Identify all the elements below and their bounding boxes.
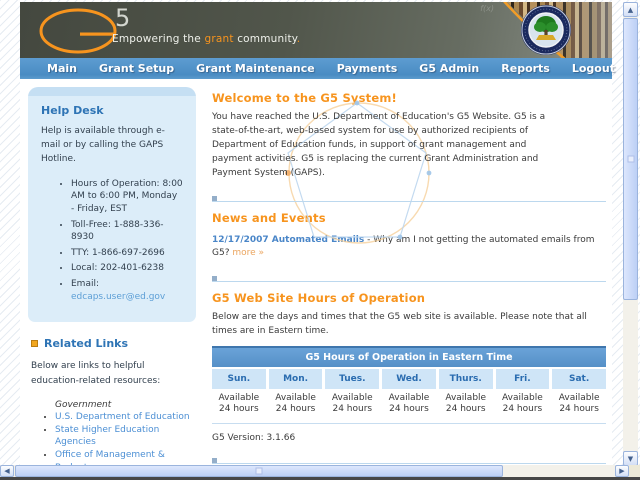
list-item: U.S. Department of Education: [55, 411, 194, 423]
scroll-down-button[interactable]: ▼: [623, 451, 638, 466]
tagline: Empowering the grant community.: [112, 33, 300, 45]
scroll-right-icon: ▶: [619, 467, 625, 475]
scrollbar-corner: [629, 465, 640, 477]
help-desk-tty: TTY: 1-866-697-2696: [71, 247, 183, 260]
section-divider: [212, 457, 606, 464]
scroll-left-button[interactable]: ◀: [0, 465, 14, 477]
hours-intro: Below are the days and times that the G5…: [212, 311, 587, 336]
day-header: Tues.: [325, 368, 380, 389]
nav-item-g5-admin[interactable]: G5 Admin: [408, 62, 490, 75]
email-label: Email:: [71, 278, 100, 289]
help-desk-panel: Help Desk Help is available through e-ma…: [28, 87, 196, 323]
hours-table-data-row: Available 24 hours Available 24 hours Av…: [212, 388, 606, 422]
help-desk-hours: Hours of Operation: 8:00 AM to 6:00 PM, …: [71, 178, 183, 216]
link-group-government: Government U.S. Department of Education …: [31, 400, 194, 474]
g5-logo-five: 5: [115, 4, 131, 32]
nav-item-payments[interactable]: Payments: [326, 62, 409, 75]
related-links-title: Related Links: [44, 337, 129, 351]
group-heading: Government: [55, 399, 112, 410]
day-header: Mon.: [268, 368, 323, 389]
help-desk-local: Local: 202-401-6238: [71, 262, 183, 275]
tagline-suffix: community: [233, 33, 297, 45]
g5-webpage: 5 Empowering the grant community. f(x) M…: [20, 2, 615, 480]
vertical-scrollbar[interactable]: ▲ ▼: [623, 2, 638, 466]
email-link[interactable]: edcaps.user@ed.gov: [71, 292, 165, 302]
day-header: Sat.: [552, 368, 606, 389]
availability-cell: Available 24 hours: [212, 388, 266, 422]
link-us-dept-education[interactable]: U.S. Department of Education: [55, 412, 190, 422]
site-header: 5 Empowering the grant community. f(x): [20, 2, 612, 58]
main-nav: Main Grant Setup Grant Maintenance Payme…: [20, 58, 615, 79]
nav-item-grant-setup[interactable]: Grant Setup: [88, 62, 185, 75]
sidebar: Help Desk Help is available through e-ma…: [28, 87, 196, 480]
availability-cell: Available 24 hours: [495, 388, 550, 422]
related-links-header: Related Links: [31, 337, 194, 350]
availability-cell: Available 24 hours: [382, 388, 436, 422]
help-desk-title: Help Desk: [41, 104, 104, 117]
main-column: Welcome to the G5 System! You have reach…: [196, 87, 612, 480]
section-divider: [212, 195, 606, 202]
scroll-up-icon: ▲: [627, 5, 634, 14]
help-desk-tollfree: Toll-Free: 1-888-336-8930: [71, 219, 183, 244]
help-desk-list: Hours of Operation: 8:00 AM to 6:00 PM, …: [41, 178, 183, 303]
scroll-up-button[interactable]: ▲: [623, 2, 638, 17]
related-links-section: Related Links Below are links to helpful…: [28, 322, 196, 480]
hours-table: G5 Hours of Operation in Eastern Time Su…: [212, 345, 606, 424]
nav-item-grant-maintenance[interactable]: Grant Maintenance: [185, 62, 326, 75]
orange-square-bullet-icon: [31, 340, 38, 348]
scroll-right-button[interactable]: ▶: [615, 465, 629, 477]
availability-cell: Available 24 hours: [268, 388, 323, 422]
tagline-highlight: grant: [204, 33, 234, 45]
tagline-period: .: [296, 33, 301, 45]
day-header: Wed.: [382, 368, 436, 389]
hours-table-day-row: Sun. Mon. Tues. Wed. Thurs. Fri. Sat.: [212, 368, 606, 389]
tagline-prefix: Empowering the: [112, 33, 205, 45]
day-header: Fri.: [495, 368, 550, 389]
nav-item-reports[interactable]: Reports: [490, 62, 561, 75]
scroll-down-icon: ▼: [627, 454, 634, 463]
availability-cell: Available 24 hours: [552, 388, 606, 422]
availability-cell: Available 24 hours: [438, 388, 493, 422]
hours-title: G5 Web Site Hours of Operation: [212, 290, 426, 305]
day-header: Thurs.: [438, 368, 493, 389]
horizontal-scrollbar-thumb[interactable]: [15, 465, 503, 477]
scrollbar-grip: [627, 155, 634, 163]
link-state-higher-ed[interactable]: State Higher Education Agencies: [55, 425, 159, 447]
horizontal-scrollbar[interactable]: ◀ ▶: [0, 465, 629, 477]
availability-cell: Available 24 hours: [325, 388, 380, 422]
day-header: Sun.: [212, 368, 266, 389]
scrollbar-grip: [255, 467, 263, 475]
help-desk-intro: Help is available through e-mail or by c…: [41, 126, 165, 164]
list-item: State Higher Education Agencies: [55, 424, 194, 448]
g5-logo-icon: [39, 8, 117, 54]
vertical-scrollbar-thumb[interactable]: [623, 18, 638, 300]
department-of-education-seal-icon: [521, 5, 571, 55]
related-links-intro: Below are links to helpful education-rel…: [31, 361, 161, 386]
nav-item-main[interactable]: Main: [36, 62, 88, 75]
nav-item-logout[interactable]: Logout: [561, 62, 626, 75]
content-area: Help Desk Help is available through e-ma…: [20, 79, 612, 480]
help-desk-email: Email: edcaps.user@ed.gov: [71, 278, 183, 303]
hours-table-caption: G5 Hours of Operation in Eastern Time: [212, 345, 606, 367]
welcome-paragraph: You have reached the U.S. Department of …: [212, 112, 546, 178]
scroll-left-icon: ◀: [4, 467, 10, 475]
section-divider: [212, 275, 606, 282]
g5-version-label: G5 Version: 3.1.66: [212, 432, 296, 443]
